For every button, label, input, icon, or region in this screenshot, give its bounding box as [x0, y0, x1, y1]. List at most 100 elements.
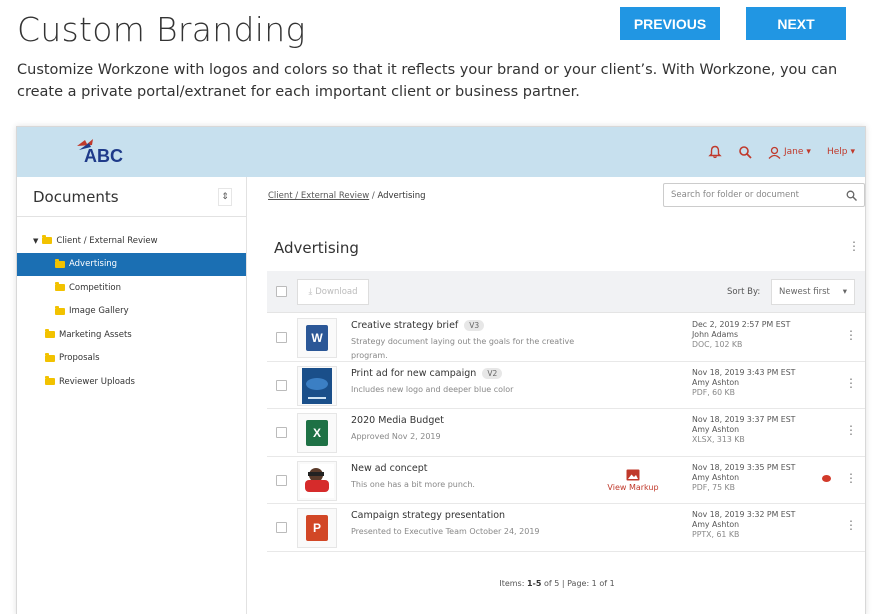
- sidebar-title: Documents: [33, 187, 119, 206]
- chevron-down-icon: ▾: [806, 147, 811, 157]
- file-description: Approved Nov 2, 2019: [351, 432, 441, 441]
- row-more-icon[interactable]: ⋮: [845, 518, 857, 532]
- folder-icon: [55, 305, 65, 315]
- select-all-checkbox[interactable]: [276, 286, 287, 297]
- sidebar-item-label: Competition: [69, 282, 122, 293]
- download-label: Download: [315, 287, 358, 297]
- file-row[interactable]: P Campaign strategy presentation Present…: [267, 504, 865, 552]
- file-name[interactable]: Campaign strategy presentation: [351, 510, 505, 521]
- folder-icon: [45, 376, 55, 386]
- breadcrumb-separator: /: [371, 191, 375, 201]
- sidebar-item-label: Advertising: [69, 259, 118, 270]
- row-checkbox[interactable]: [276, 427, 287, 438]
- row-more-icon[interactable]: ⋮: [845, 376, 857, 390]
- image-thumbnail: [297, 460, 337, 501]
- sidebar-item-reviewer-uploads[interactable]: Reviewer Uploads: [17, 370, 246, 394]
- help-label: Help: [826, 147, 848, 157]
- file-description: Strategy document laying out the goals f…: [351, 337, 575, 360]
- row-checkbox[interactable]: [276, 379, 287, 391]
- search-placeholder: Search for folder or document: [671, 190, 799, 200]
- row-more-icon[interactable]: ⋮: [845, 423, 857, 437]
- row-more-icon[interactable]: ⋮: [845, 471, 857, 485]
- sidebar-item-competition[interactable]: Competition: [17, 276, 246, 300]
- search-icon[interactable]: [738, 145, 752, 159]
- file-row[interactable]: W Creative strategy brief V3 Strategy doc…: [267, 314, 865, 362]
- row-checkbox[interactable]: [276, 332, 287, 343]
- bell-icon[interactable]: [708, 145, 722, 159]
- app-topbar: ABC Jane ▾ Help ▾: [17, 127, 865, 177]
- view-markup-button[interactable]: View Markup: [603, 469, 663, 492]
- sidebar-item-marketing-assets[interactable]: Marketing Assets: [17, 323, 246, 347]
- sidebar-item-client-external-review[interactable]: ▼ Client / External Review: [17, 229, 246, 253]
- documents-sidebar: Documents ⇕ ▼ Client / External Review A…: [17, 177, 247, 614]
- version-badge: V2: [482, 367, 503, 379]
- sidebar-item-proposals[interactable]: Proposals: [17, 347, 246, 371]
- main-panel: Client / External Review / Advertising S…: [247, 177, 865, 614]
- next-button[interactable]: NEXT: [746, 7, 846, 40]
- sort-label: Sort By:: [727, 287, 761, 297]
- chevron-down-icon: ▾: [842, 287, 847, 297]
- excel-icon: X: [297, 413, 337, 453]
- chevron-down-icon: ▾: [850, 147, 855, 157]
- file-description: Includes new logo and deeper blue color: [351, 384, 514, 394]
- folder-icon: [45, 329, 55, 339]
- word-icon: W: [297, 318, 337, 358]
- comment-icon[interactable]: [822, 474, 831, 482]
- folder-icon: [55, 258, 65, 268]
- file-name[interactable]: Print ad for new campaign: [351, 368, 476, 379]
- file-toolbar: ⤓ Download Sort By: Newest first ▾: [267, 271, 865, 313]
- sidebar-item-label: Marketing Assets: [59, 329, 132, 340]
- sidebar-item-label: Reviewer Uploads: [59, 376, 135, 387]
- powerpoint-icon: P: [297, 508, 337, 548]
- collapse-icon[interactable]: ⇕: [218, 187, 232, 206]
- caret-down-icon[interactable]: ▼: [33, 237, 38, 245]
- sidebar-item-image-gallery[interactable]: Image Gallery: [17, 300, 246, 324]
- file-name[interactable]: Creative strategy brief: [351, 320, 458, 331]
- file-row[interactable]: New ad concept This one has a bit more p…: [267, 457, 865, 504]
- breadcrumb: Client / External Review / Advertising: [268, 191, 426, 201]
- row-checkbox[interactable]: [276, 522, 287, 533]
- breadcrumb-parent-link[interactable]: Client / External Review: [268, 191, 369, 201]
- view-markup-label: View Markup: [607, 482, 659, 492]
- version-badge: V3: [464, 320, 485, 331]
- app-screenshot: ABC Jane ▾ Help ▾ Documents ⇕ ▼ Client /…: [16, 126, 866, 614]
- help-menu[interactable]: Help ▾: [827, 147, 855, 157]
- sidebar-item-label: Proposals: [59, 353, 100, 364]
- download-icon: ⤓: [308, 287, 313, 297]
- image-thumbnail: [297, 365, 337, 406]
- folder-title: Advertising: [274, 239, 359, 257]
- sidebar-item-advertising[interactable]: Advertising: [17, 252, 246, 276]
- download-button[interactable]: ⤓ Download: [297, 279, 369, 305]
- row-checkbox[interactable]: [276, 474, 287, 486]
- user-menu[interactable]: Jane ▾: [768, 146, 811, 159]
- file-description: This one has a bit more punch.: [351, 479, 475, 489]
- search-input[interactable]: Search for folder or document: [663, 183, 865, 207]
- file-meta: Nov 18, 2019 3:43 PM EST Amy Ashton PDF, 6…: [692, 367, 796, 397]
- sidebar-header: Documents ⇕: [17, 177, 246, 217]
- sidebar-item-label: Client / External Review: [56, 235, 158, 246]
- file-name[interactable]: 2020 Media Budget: [351, 415, 444, 426]
- topbar-actions: Jane ▾ Help ▾: [708, 127, 855, 177]
- file-name[interactable]: New ad concept: [351, 463, 428, 474]
- file-row[interactable]: Print ad for new campaign V2 Includes new…: [267, 362, 865, 409]
- folder-icon: [45, 352, 55, 362]
- pagination: Items: 1-5 of 5 | Page: 1 of 1: [499, 579, 615, 588]
- svg-text:ABC: ABC: [84, 146, 123, 166]
- sidebar-item-label: Image Gallery: [69, 306, 129, 317]
- folder-tree: ▼ Client / External Review Advertising C…: [17, 217, 246, 394]
- previous-button[interactable]: PREVIOUS: [620, 7, 720, 40]
- search-icon[interactable]: [846, 190, 857, 201]
- file-list: W Creative strategy brief V3 Strategy doc…: [267, 314, 865, 552]
- file-row[interactable]: X 2020 Media Budget Approved Nov 2, 2019…: [267, 409, 865, 457]
- user-icon: [768, 146, 781, 159]
- abc-logo[interactable]: ABC: [75, 138, 127, 166]
- file-meta: Nov 18, 2019 3:35 PM EST Amy Ashton PDF, 7…: [692, 462, 796, 492]
- file-meta: Nov 18, 2019 3:32 PM EST Amy Ashton PPTX, …: [692, 510, 796, 539]
- row-more-icon[interactable]: ⋮: [845, 328, 857, 342]
- user-name: Jane: [783, 147, 804, 157]
- sort-select[interactable]: Newest first ▾: [771, 279, 855, 305]
- sort-value: Newest first: [779, 287, 830, 297]
- folder-more-icon[interactable]: ⋮: [848, 239, 860, 253]
- breadcrumb-current: Advertising: [377, 191, 426, 201]
- file-meta: Dec 2, 2019 2:57 PM EST John Adams DOC, 10…: [692, 320, 791, 349]
